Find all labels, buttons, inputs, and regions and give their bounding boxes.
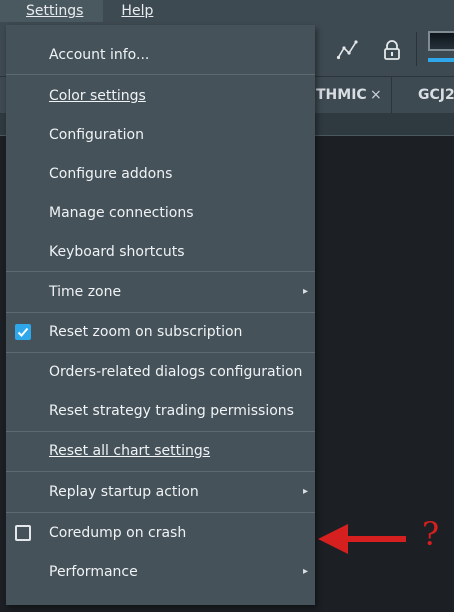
color-swatch[interactable]: [428, 31, 454, 51]
menu-settings[interactable]: Settings: [0, 0, 104, 22]
menu-item-label: Coredump on crash: [49, 525, 187, 541]
menu-item-orders-dialogs[interactable]: Orders-related dialogs configuration: [6, 353, 315, 391]
tab-gcj2[interactable]: GCJ2: [406, 77, 454, 113]
menu-item-reset-chart[interactable]: Reset all chart settings: [6, 432, 315, 470]
menu-item-configure-addons[interactable]: Configure addons: [6, 155, 315, 193]
menu-item-label: Reset all chart settings: [49, 432, 210, 470]
checkbox-unchecked-icon[interactable]: [15, 525, 31, 541]
submenu-arrow-icon: ▸: [303, 486, 309, 497]
menu-item-label: Manage connections: [49, 205, 194, 221]
close-icon[interactable]: ×: [370, 77, 382, 113]
menu-item-label: Reset strategy trading permissions: [49, 403, 294, 419]
menu-item-coredump[interactable]: Coredump on crash: [6, 514, 315, 552]
tab-gcj2-label: GCJ2: [418, 87, 454, 103]
menu-item-label: Color settings: [49, 88, 146, 104]
menu-divider: [6, 271, 315, 272]
menu-item-label: Configuration: [49, 127, 144, 143]
menu-settings-label: Settings: [26, 3, 84, 19]
menu-item-label: Performance: [49, 564, 138, 580]
menu-item-keyboard-shortcuts[interactable]: Keyboard shortcuts: [6, 233, 315, 271]
settings-menu: Account info... Color settings Configura…: [6, 25, 315, 605]
tab-thmic-label: THMIC: [316, 87, 367, 103]
reset-chart-label: Reset all chart settings: [49, 443, 211, 459]
menu-item-performance[interactable]: Performance ▸: [6, 553, 315, 591]
menu-item-label: Account info...: [49, 47, 150, 63]
toolbar-separator: [416, 32, 417, 66]
annotation-arrow-icon: [318, 524, 406, 554]
annotation-question-mark: ?: [422, 515, 440, 553]
menu-item-reset-strategy[interactable]: Reset strategy trading permissions: [6, 392, 315, 430]
menu-item-color-settings[interactable]: Color settings: [6, 77, 315, 115]
menu-help[interactable]: Help: [103, 0, 161, 22]
submenu-arrow-icon: ▸: [303, 286, 309, 297]
menu-divider: [6, 512, 315, 513]
tab-thmic[interactable]: THMIC ×: [310, 77, 392, 113]
menu-item-label: Time zone: [49, 284, 122, 300]
line-chart-icon[interactable]: [336, 38, 360, 62]
menu-bar: Settings Help: [0, 0, 454, 22]
checkbox-checked-icon[interactable]: [15, 324, 31, 340]
color-swatch-indicator: [428, 58, 454, 62]
menu-item-configuration[interactable]: Configuration: [6, 116, 315, 154]
submenu-arrow-icon: ▸: [303, 566, 309, 577]
menu-item-manage-connections[interactable]: Manage connections: [6, 194, 315, 232]
menu-item-label: Reset zoom on subscription: [49, 324, 243, 340]
lock-icon[interactable]: [380, 38, 404, 62]
menu-item-reset-zoom[interactable]: Reset zoom on subscription: [6, 313, 315, 351]
menu-item-label: Keyboard shortcuts: [49, 244, 185, 260]
menu-divider: [6, 74, 315, 75]
menu-item-label: Replay startup action: [49, 484, 199, 500]
menu-item-label: Configure addons: [49, 166, 173, 182]
menu-item-label: Orders-related dialogs configuration: [49, 364, 303, 380]
menu-divider: [6, 471, 315, 472]
menu-item-account-info[interactable]: Account info...: [6, 36, 315, 74]
menu-item-replay-startup[interactable]: Replay startup action ▸: [6, 473, 315, 511]
menu-item-time-zone[interactable]: Time zone ▸: [6, 273, 315, 311]
menu-help-label: Help: [121, 3, 154, 19]
